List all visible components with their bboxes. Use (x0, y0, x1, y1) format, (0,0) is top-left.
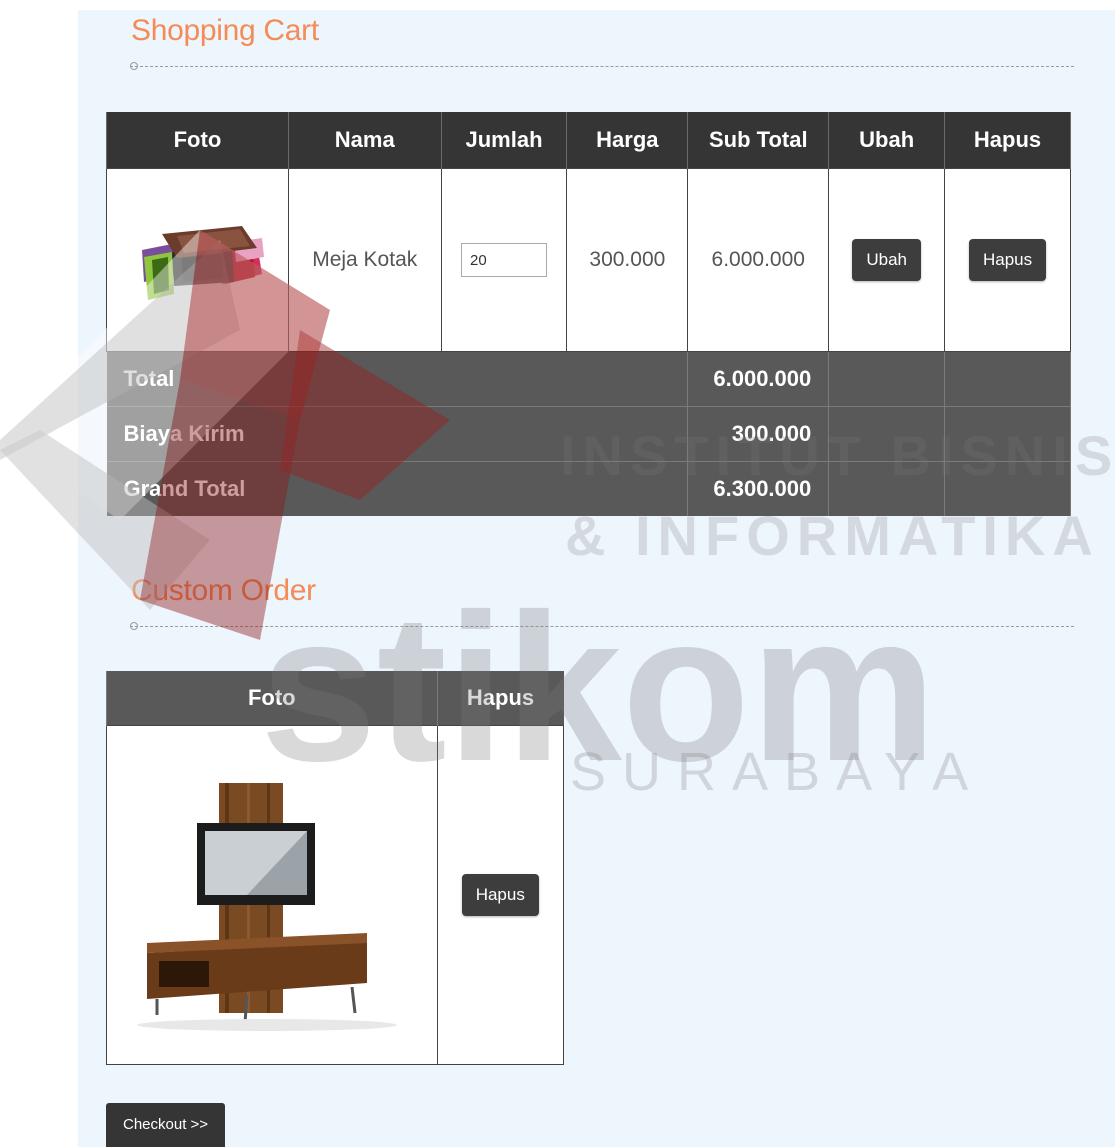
empty-cell (944, 461, 1071, 516)
empty-cell (944, 406, 1071, 462)
table-furniture-icon (142, 226, 265, 300)
column-header-ubah: Ubah (828, 112, 946, 169)
empty-cell (828, 406, 946, 462)
product-photo-cell (106, 168, 289, 352)
custom-order-table: Foto Hapus Hapus (106, 671, 565, 1065)
section-divider (130, 626, 1074, 627)
product-price: 300.000 (566, 168, 689, 352)
delete-button[interactable]: Hapus (968, 239, 1047, 281)
shopping-cart-title: Shopping Cart (131, 14, 319, 47)
shipping-value: 300.000 (687, 406, 830, 462)
edit-cell: Ubah (828, 168, 946, 352)
table-row: Hapus (106, 725, 565, 1065)
column-header-harga: Harga (566, 112, 689, 169)
custom-header-row: Foto Hapus (106, 671, 564, 726)
grand-total-value: 6.300.000 (687, 461, 830, 516)
column-header-foto: Foto (106, 112, 289, 169)
shopping-cart-table: Foto Nama Jumlah Harga Sub Total Ubah Ha… (106, 112, 1071, 516)
grand-total-label: Grand Total (106, 461, 689, 516)
edit-button[interactable]: Ubah (852, 239, 921, 281)
custom-photo-cell (106, 725, 438, 1065)
checkout-button[interactable]: Checkout >> (106, 1103, 226, 1147)
section-divider (130, 66, 1074, 67)
column-header-subtotal: Sub Total (687, 112, 830, 169)
column-header-foto: Foto (106, 671, 438, 726)
shipping-row: Biaya Kirim 300.000 (106, 406, 1071, 462)
column-header-nama: Nama (287, 112, 442, 169)
total-label: Total (106, 351, 689, 407)
column-header-hapus: Hapus (944, 112, 1071, 169)
custom-delete-button[interactable]: Hapus (461, 874, 539, 916)
quantity-cell (440, 168, 568, 352)
product-name: Meja Kotak (287, 168, 442, 352)
cart-header-row: Foto Nama Jumlah Harga Sub Total Ubah Ha… (106, 112, 1071, 169)
product-subtotal: 6.000.000 (687, 168, 830, 352)
custom-order-title: Custom Order (131, 574, 316, 607)
total-value: 6.000.000 (687, 351, 830, 407)
empty-cell (828, 351, 946, 407)
table-row: Meja Kotak 300.000 6.000.000 Ubah Hapus (106, 168, 1071, 352)
quantity-input[interactable] (461, 243, 547, 277)
delete-cell: Hapus (944, 168, 1071, 352)
empty-cell (944, 351, 1071, 407)
shipping-label: Biaya Kirim (106, 406, 689, 462)
tv-stand-icon (136, 782, 397, 1031)
column-header-hapus: Hapus (436, 671, 564, 726)
total-row: Total 6.000.000 (106, 351, 1071, 407)
column-header-jumlah: Jumlah (440, 112, 568, 169)
custom-delete-cell: Hapus (436, 725, 565, 1065)
grand-total-row: Grand Total 6.300.000 (106, 461, 1071, 516)
empty-cell (828, 461, 946, 516)
